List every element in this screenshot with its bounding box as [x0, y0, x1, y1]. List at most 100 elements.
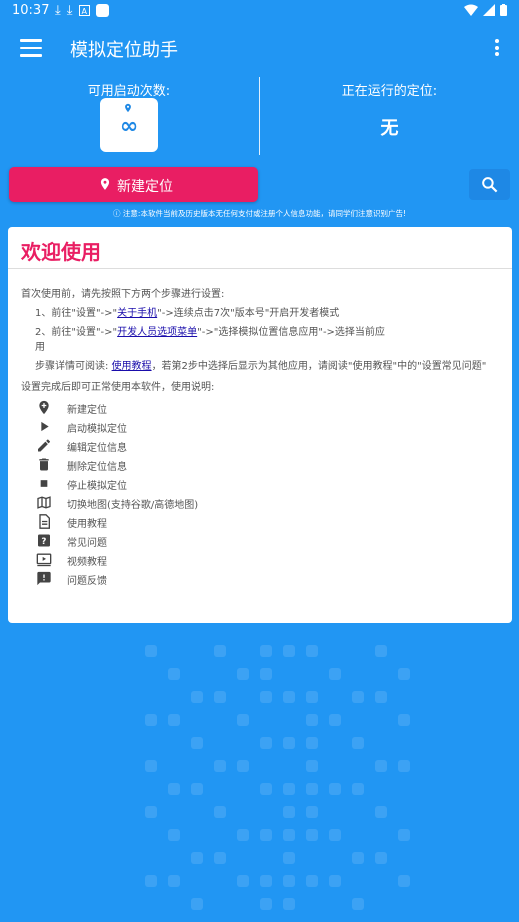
status-time: 10:37	[12, 3, 50, 18]
background-dot	[352, 783, 364, 795]
new-location-button[interactable]: 新建定位	[9, 167, 258, 202]
background-dot	[214, 691, 226, 703]
background-dot	[145, 645, 157, 657]
setup-intro: 首次使用前，请先按照下方两个步骤进行设置:	[21, 289, 225, 300]
legend-item-start: 启动模拟定位	[36, 418, 236, 436]
setup-step-2: 2、前往"设置"->"开发人员选项菜单"->"选择模拟位置信息应用"->选择当前…	[35, 327, 385, 338]
background-dot	[329, 875, 341, 887]
background-dot	[306, 829, 318, 841]
menu-button[interactable]	[20, 39, 42, 57]
background-dot	[283, 829, 295, 841]
launch-count-label: 可用启动次数:	[87, 84, 171, 99]
background-dot	[352, 691, 364, 703]
background-dot	[398, 829, 410, 841]
background-dot	[260, 783, 272, 795]
background-dot	[237, 875, 249, 887]
welcome-title: 欢迎使用	[21, 240, 101, 264]
background-dot	[283, 737, 295, 749]
legend-item-video: 视频教程	[36, 551, 236, 569]
background-dot	[329, 829, 341, 841]
background-dot	[260, 668, 272, 680]
tutorial-link[interactable]: 使用教程	[112, 361, 152, 372]
background-dot	[237, 668, 249, 680]
background-dot	[168, 714, 180, 726]
legend-item-delete: 删除定位信息	[36, 456, 236, 474]
background-dot	[329, 714, 341, 726]
notification-a-icon: A	[78, 5, 90, 16]
background-dot	[191, 737, 203, 749]
background-dot	[306, 691, 318, 703]
background-dot	[145, 806, 157, 818]
new-location-label: 新建定位	[117, 179, 173, 195]
background-dot	[191, 852, 203, 864]
background-dot	[375, 691, 387, 703]
background-dot	[214, 645, 226, 657]
background-dot	[145, 714, 157, 726]
background-dot	[191, 783, 203, 795]
background-dot	[283, 691, 295, 703]
play-icon	[41, 421, 49, 432]
background-dot	[352, 898, 364, 910]
legend-item-tutorial: 使用教程	[36, 513, 236, 531]
card-divider	[8, 268, 512, 269]
legend-item-feedback: 问题反馈	[36, 570, 236, 588]
background-dot	[398, 668, 410, 680]
background-dot	[145, 760, 157, 772]
background-dot	[168, 783, 180, 795]
background-dot	[191, 898, 203, 910]
background-dot	[283, 875, 295, 887]
background-dot	[306, 875, 318, 887]
more-vert-icon	[495, 39, 499, 43]
app-title: 模拟定位助手	[70, 40, 178, 61]
about-phone-link[interactable]: 关于手机	[117, 308, 157, 319]
download-icon: ⤓	[55, 3, 61, 18]
background-dot	[306, 737, 318, 749]
background-dot	[306, 806, 318, 818]
background-dot	[329, 783, 341, 795]
legend-item-faq: ? 常见问题	[36, 532, 236, 550]
status-bar: 10:37 ⤓ ⤓ A	[0, 0, 519, 24]
running-location-value: 无	[380, 118, 399, 139]
background-dot	[375, 806, 387, 818]
background-dot	[283, 783, 295, 795]
battery-icon	[500, 4, 507, 16]
background-dot	[283, 852, 295, 864]
add-location-icon	[39, 400, 49, 415]
legend-item-new-location: 新建定位	[36, 399, 236, 417]
download-icon: ⤓	[66, 3, 73, 18]
launch-count-value: ∞	[119, 114, 139, 139]
background-dot	[329, 668, 341, 680]
help-icon: ?	[38, 534, 50, 547]
edit-icon	[38, 439, 50, 452]
background-dot	[283, 806, 295, 818]
background-dot	[260, 829, 272, 841]
background-dot	[398, 714, 410, 726]
background-dot	[260, 645, 272, 657]
map-icon	[37, 496, 51, 509]
video-icon	[36, 553, 52, 567]
setup-detail: 步骤详情可阅读: 使用教程，若第2步中选择后显示为其他应用，请阅读"使用教程"中…	[35, 361, 487, 372]
background-dot	[398, 760, 410, 772]
feedback-icon	[37, 571, 51, 586]
usage-intro: 设置完成后即可正常使用本软件，使用说明:	[21, 382, 215, 393]
background-dot	[237, 714, 249, 726]
hamburger-icon	[20, 39, 42, 42]
more-options-button[interactable]	[495, 39, 501, 59]
developer-options-link[interactable]: 开发人员选项菜单	[117, 327, 197, 338]
document-icon	[39, 514, 50, 529]
search-icon	[482, 177, 498, 193]
background-dot	[306, 760, 318, 772]
legend-item-edit: 编辑定位信息	[36, 437, 236, 455]
background-dot	[398, 875, 410, 887]
background-dot	[168, 668, 180, 680]
background-dot	[283, 645, 295, 657]
background-dot	[375, 852, 387, 864]
background-dot	[306, 645, 318, 657]
background-dot	[191, 691, 203, 703]
background-dot	[214, 760, 226, 772]
background-dot	[145, 875, 157, 887]
delete-icon	[39, 458, 49, 471]
launch-count-box: ∞	[100, 98, 158, 152]
notification-box-icon	[95, 4, 109, 17]
search-button[interactable]	[469, 169, 510, 200]
